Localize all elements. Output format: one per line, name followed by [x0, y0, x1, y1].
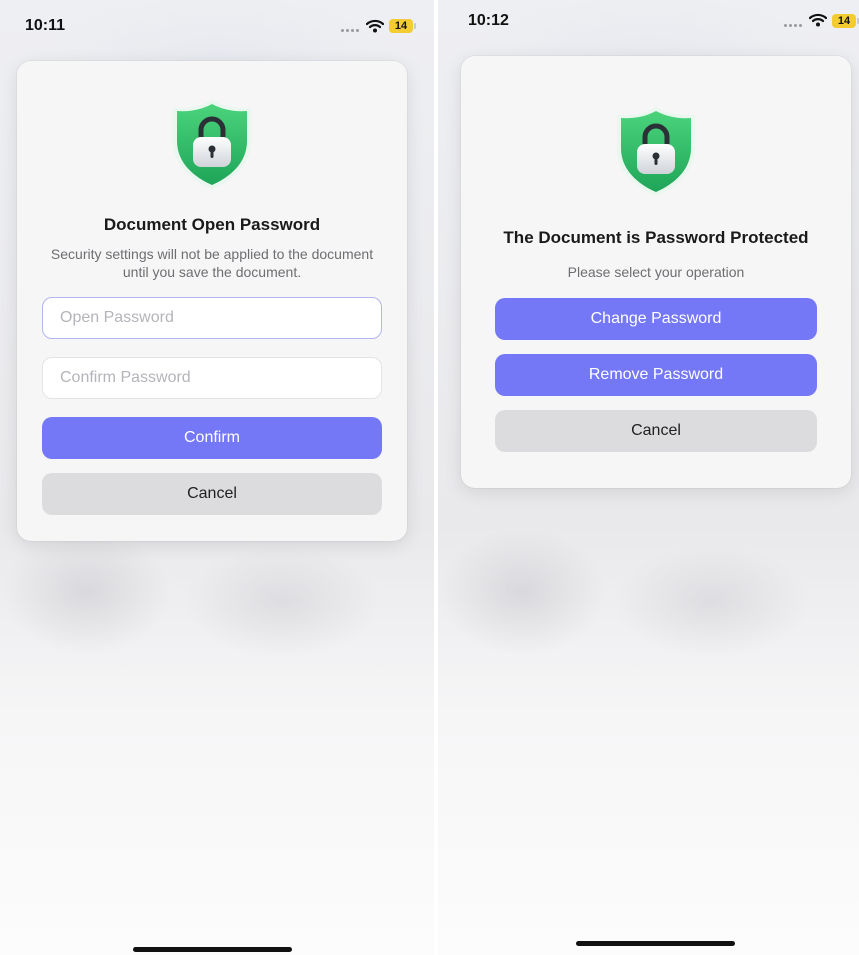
change-password-button[interactable]: Change Password	[495, 298, 817, 340]
document-open-password-dialog: Document Open Password Security settings…	[17, 61, 407, 541]
open-password-field[interactable]	[42, 297, 382, 339]
status-time: 10:12	[468, 12, 509, 29]
status-bar: 10:12 14	[438, 0, 859, 44]
dialog-title: The Document is Password Protected	[503, 228, 809, 247]
shield-lock-icon	[617, 107, 695, 196]
confirm-password-input[interactable]	[43, 358, 381, 398]
confirm-button[interactable]: Confirm	[42, 417, 382, 459]
screen-password-protected: 10:12 14 The Document is Password Protec…	[438, 0, 859, 955]
dialog-title: Document Open Password	[103, 215, 321, 234]
confirm-password-field[interactable]	[42, 357, 382, 399]
signal-dots-icon	[784, 24, 802, 27]
status-bar: 10:11 14	[0, 0, 434, 44]
wifi-icon	[366, 19, 384, 33]
battery-icon: 14	[832, 14, 859, 28]
home-indicator[interactable]	[133, 947, 292, 952]
password-protected-dialog: The Document is Password Protected Pleas…	[461, 56, 851, 488]
home-indicator[interactable]	[576, 941, 735, 946]
battery-icon: 14	[389, 19, 416, 33]
wifi-icon	[809, 13, 827, 27]
remove-password-button[interactable]: Remove Password	[495, 354, 817, 396]
open-password-input[interactable]	[43, 298, 381, 338]
dialog-message: Security settings will not be applied to…	[50, 246, 374, 280]
cancel-button[interactable]: Cancel	[495, 410, 817, 452]
cancel-button[interactable]: Cancel	[42, 473, 382, 515]
dialog-message: Please select your operation	[567, 264, 745, 280]
shield-lock-icon	[173, 100, 251, 189]
screen-document-open-password: 10:11 14 Document Open Password Security…	[0, 0, 434, 955]
status-time: 10:11	[25, 17, 66, 34]
signal-dots-icon	[341, 29, 359, 32]
